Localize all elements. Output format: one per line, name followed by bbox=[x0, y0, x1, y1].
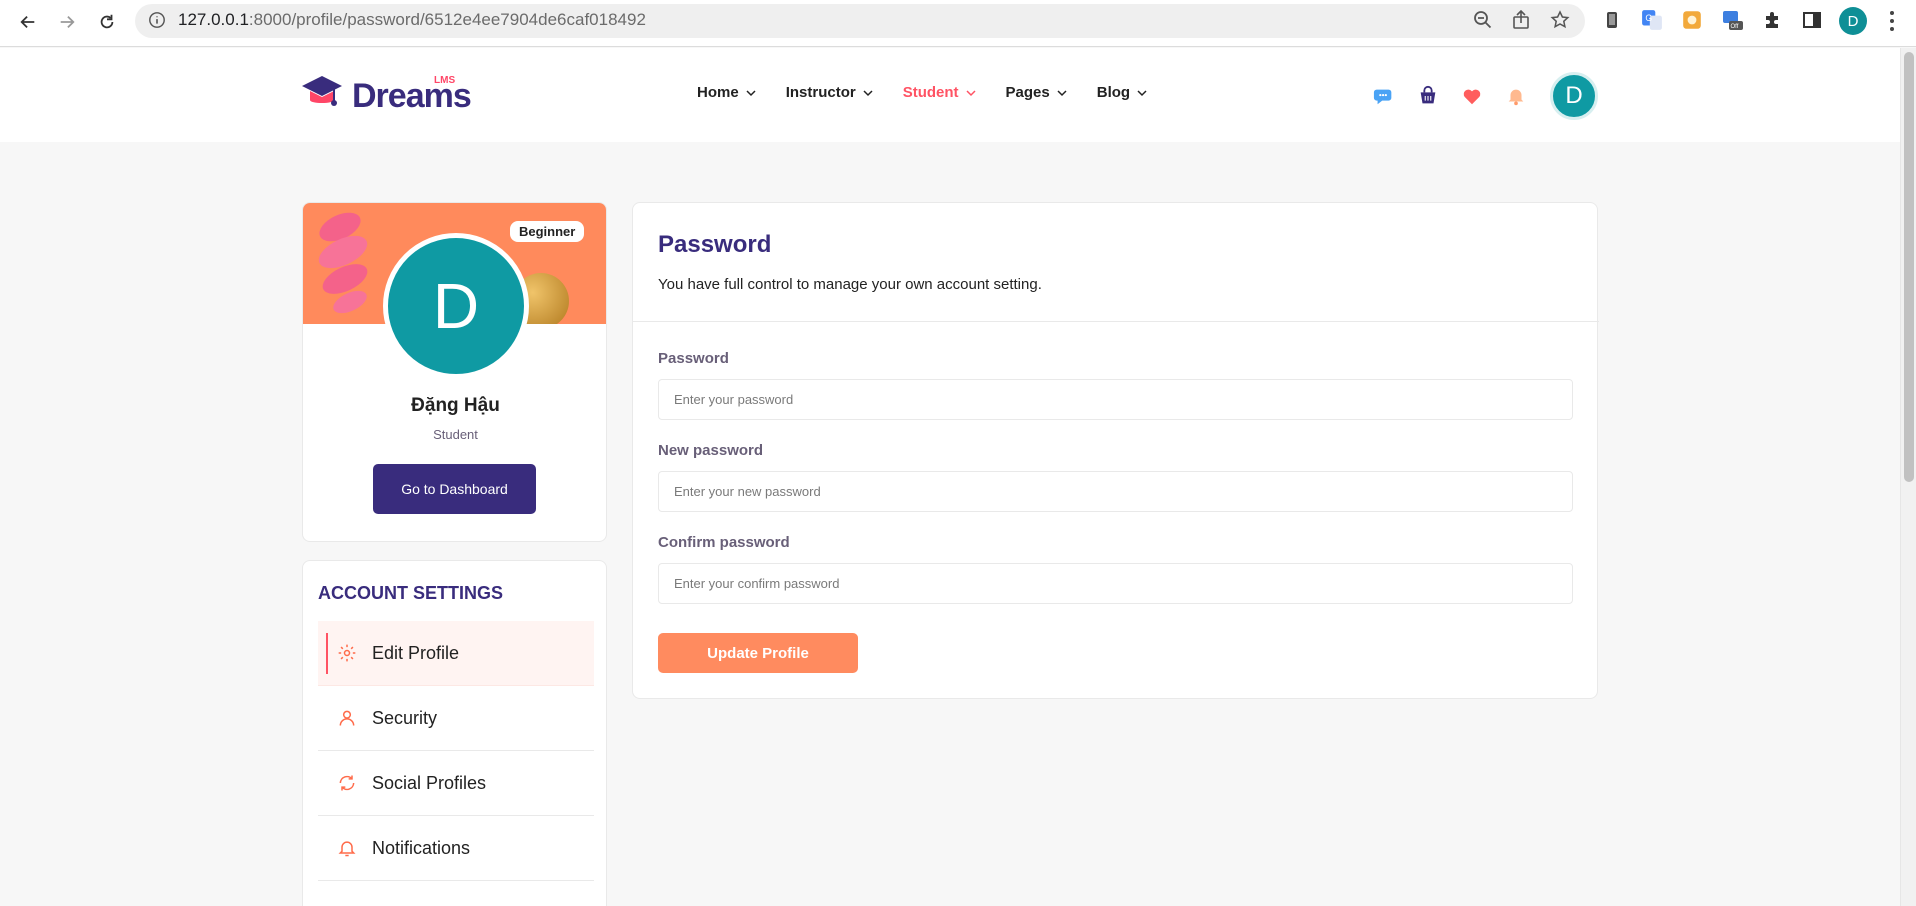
main-nav: Home Instructor Student Pages Blog bbox=[697, 84, 1177, 101]
nav-student[interactable]: Student bbox=[903, 84, 976, 101]
settings-item-label: Security bbox=[372, 707, 438, 728]
confirm-password-input[interactable] bbox=[658, 563, 1573, 604]
svg-text:G: G bbox=[1645, 13, 1652, 23]
bell-icon bbox=[336, 837, 358, 859]
reload-icon bbox=[100, 14, 114, 29]
cart-icon[interactable] bbox=[1415, 83, 1441, 109]
notification-bell-icon[interactable] bbox=[1503, 83, 1529, 109]
password-input[interactable] bbox=[658, 379, 1573, 420]
browser-toolbar: 127.0.0.1:8000/profile/password/6512e4ee… bbox=[0, 0, 1916, 47]
profile-avatar: D bbox=[383, 233, 529, 379]
bookmark-star-icon[interactable] bbox=[1549, 9, 1571, 31]
settings-item-security[interactable]: Security bbox=[318, 686, 594, 751]
settings-item-label: Notifications bbox=[372, 837, 471, 858]
back-button[interactable] bbox=[14, 8, 42, 36]
password-panel-header: Password You have full control to manage… bbox=[633, 203, 1599, 322]
level-badge: Beginner bbox=[510, 221, 585, 242]
profile-name: Đặng Hậu bbox=[411, 395, 500, 416]
orange-extension-icon[interactable] bbox=[1680, 8, 1704, 32]
refresh-icon bbox=[336, 772, 358, 794]
profile-role: Student bbox=[433, 427, 478, 442]
password-label: Password bbox=[658, 350, 729, 367]
logo-sup: LMS bbox=[434, 75, 456, 86]
chevron-down-icon bbox=[1137, 89, 1147, 96]
url-text[interactable]: 127.0.0.1:8000/profile/password/6512e4ee… bbox=[178, 10, 646, 30]
scrollbar-thumb[interactable] bbox=[1904, 52, 1914, 482]
wishlist-heart-icon[interactable] bbox=[1459, 83, 1485, 109]
update-profile-button[interactable]: Update Profile bbox=[658, 633, 858, 673]
settings-title: ACCOUNT SETTINGS bbox=[318, 583, 504, 603]
new-password-label: New password bbox=[658, 442, 764, 459]
browser-profile-avatar[interactable]: D bbox=[1839, 7, 1867, 35]
nav-blog[interactable]: Blog bbox=[1097, 84, 1147, 101]
puzzle-extensions-icon[interactable] bbox=[1760, 8, 1784, 32]
go-to-dashboard-button[interactable]: Go to Dashboard bbox=[373, 464, 536, 514]
user-avatar[interactable]: D bbox=[1550, 72, 1598, 120]
page-description: You have full control to manage your own… bbox=[658, 276, 1042, 293]
arrow-left-icon bbox=[20, 15, 35, 29]
settings-item-notifications[interactable]: Notifications bbox=[318, 816, 594, 881]
site-logo[interactable]: Dreams LMS bbox=[300, 74, 472, 114]
gear-icon bbox=[336, 642, 358, 664]
confirm-password-label: Confirm password bbox=[658, 534, 790, 551]
settings-item-label: Social Profiles bbox=[372, 772, 487, 793]
account-settings-card: ACCOUNT SETTINGS Edit Profile Security S… bbox=[302, 560, 607, 906]
messages-icon[interactable] bbox=[1371, 83, 1397, 109]
chevron-down-icon bbox=[863, 89, 873, 96]
side-panel-icon[interactable] bbox=[1800, 8, 1824, 32]
screen-extension-icon[interactable]: Off bbox=[1720, 8, 1744, 32]
page-title: Password bbox=[658, 231, 772, 258]
graduation-cap-icon bbox=[302, 76, 342, 106]
settings-item-edit-profile[interactable]: Edit Profile bbox=[318, 621, 594, 686]
chevron-down-icon bbox=[1057, 89, 1067, 96]
zoom-icon[interactable] bbox=[1472, 9, 1494, 31]
nav-home[interactable]: Home bbox=[697, 84, 756, 101]
page-scrollbar[interactable] bbox=[1900, 48, 1916, 906]
translate-extension-icon[interactable]: G bbox=[1640, 8, 1664, 32]
site-header: Dreams LMS Home Instructor Student Pages… bbox=[0, 48, 1900, 142]
decorative-swirl-icon bbox=[318, 212, 368, 314]
info-icon[interactable] bbox=[148, 11, 166, 29]
password-panel: Password You have full control to manage… bbox=[632, 202, 1599, 699]
svg-text:Off: Off bbox=[1731, 24, 1739, 30]
browser-menu-icon[interactable] bbox=[1882, 9, 1902, 33]
arrow-right-icon bbox=[60, 15, 75, 29]
profile-card: Beginner D Đặng Hậu Student Go to Dashbo… bbox=[302, 202, 607, 542]
chevron-down-icon bbox=[746, 89, 756, 96]
user-icon bbox=[336, 707, 358, 729]
new-password-input[interactable] bbox=[658, 471, 1573, 512]
extension-phone-icon[interactable] bbox=[1600, 8, 1624, 32]
reload-button[interactable] bbox=[93, 8, 121, 36]
settings-item-social-profiles[interactable]: Social Profiles bbox=[318, 751, 594, 816]
share-icon[interactable] bbox=[1510, 9, 1532, 31]
settings-item-label: Edit Profile bbox=[372, 642, 460, 663]
chevron-down-icon bbox=[966, 89, 976, 96]
nav-instructor[interactable]: Instructor bbox=[786, 84, 873, 101]
nav-pages[interactable]: Pages bbox=[1006, 84, 1067, 101]
forward-button[interactable] bbox=[53, 8, 81, 36]
